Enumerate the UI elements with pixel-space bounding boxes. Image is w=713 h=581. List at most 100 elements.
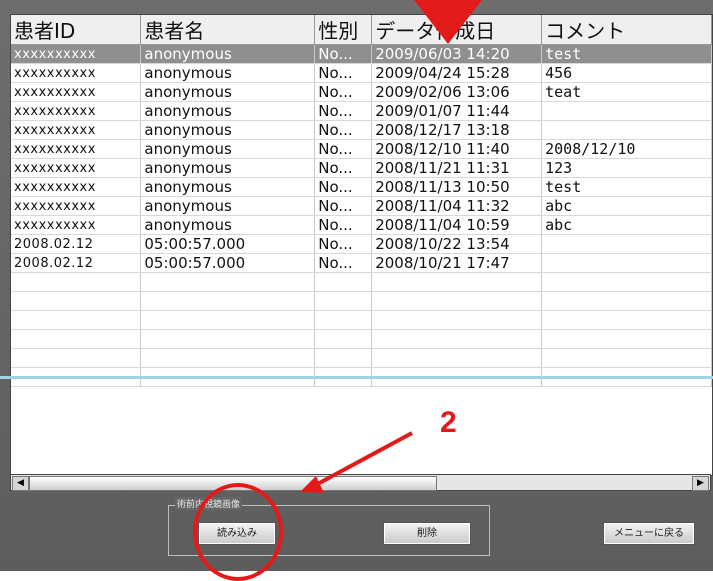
cell-sex: No... xyxy=(314,158,373,178)
table-row[interactable]: xxxxxxxxxx anonymous No... 2009/06/03 14:20… xyxy=(11,44,712,64)
cell-sex: No... xyxy=(314,215,373,235)
empty-cell xyxy=(541,329,712,349)
cell-patient-id: xxxxxxxxxx xyxy=(11,158,142,178)
highlight-circle xyxy=(193,483,283,581)
cell-comment: abc xyxy=(541,215,712,235)
cell-created-date: 2008/10/22 13:54 xyxy=(371,234,543,254)
table-row[interactable]: xxxxxxxxxx anonymous No... 2008/11/21 11:31… xyxy=(11,158,712,178)
cell-comment xyxy=(541,234,712,254)
cell-patient-name: anonymous xyxy=(140,82,316,102)
empty-cell xyxy=(541,310,712,330)
empty-cell xyxy=(140,348,316,368)
empty-cell xyxy=(314,291,373,311)
empty-cell xyxy=(11,348,142,368)
cell-sex: No... xyxy=(314,177,373,197)
table-row[interactable]: xxxxxxxxxx anonymous No... 2008/12/10 11:40… xyxy=(11,139,712,159)
horizontal-scrollbar[interactable]: ◀ ▶ xyxy=(10,474,711,491)
cell-patient-name: anonymous xyxy=(140,120,316,140)
cell-created-date: 2008/11/13 10:50 xyxy=(371,177,543,197)
cell-comment: abc xyxy=(541,196,712,216)
cell-patient-name: 05:00:57.000 xyxy=(140,234,316,254)
guide-line xyxy=(0,376,713,379)
cell-patient-name: anonymous xyxy=(140,196,316,216)
cell-sex: No... xyxy=(314,82,373,102)
table-row[interactable]: xxxxxxxxxx anonymous No... 2009/04/24 15:28… xyxy=(11,63,712,83)
cell-patient-name: anonymous xyxy=(140,177,316,197)
cell-created-date: 2009/04/24 15:28 xyxy=(371,63,543,83)
table-row[interactable]: xxxxxxxxxx anonymous No... 2009/02/06 13:06… xyxy=(11,82,712,102)
column-header-patient-name[interactable]: 患者名 xyxy=(140,15,316,45)
cell-sex: No... xyxy=(314,139,373,159)
cell-created-date: 2008/12/17 13:18 xyxy=(371,120,543,140)
step-number-label: 2 xyxy=(440,406,457,439)
table-row[interactable]: xxxxxxxxxx anonymous No... 2008/11/04 10:59… xyxy=(11,215,712,235)
table-row[interactable]: 2008.02.12 05:00:57.000 No... 2008/10/22 13… xyxy=(11,234,712,254)
cell-comment xyxy=(541,120,712,140)
table-row[interactable]: xxxxxxxxxx anonymous No... 2009/01/07 11:44 xyxy=(11,101,712,121)
column-header-patient-id[interactable]: 患者ID xyxy=(11,15,142,45)
cell-patient-id: xxxxxxxxxx xyxy=(11,101,142,121)
data-grid: 患者ID 患者名 性別 データ作成日 コメント xxxxxxxxxx anonym… xyxy=(11,15,712,387)
cell-patient-name: anonymous xyxy=(140,139,316,159)
scroll-right-icon[interactable]: ▶ xyxy=(692,476,709,491)
empty-cell xyxy=(11,310,142,330)
cell-sex: No... xyxy=(314,120,373,140)
cell-sex: No... xyxy=(314,234,373,254)
cell-created-date: 2008/11/04 11:32 xyxy=(371,196,543,216)
cell-patient-id: xxxxxxxxxx xyxy=(11,196,142,216)
back-to-menu-button[interactable]: メニューに戻る xyxy=(603,522,695,545)
empty-cell xyxy=(140,329,316,349)
empty-cell xyxy=(314,310,373,330)
cell-created-date: 2009/02/06 13:06 xyxy=(371,82,543,102)
cell-patient-id: xxxxxxxxxx xyxy=(11,139,142,159)
cell-sex: No... xyxy=(314,253,373,273)
cell-comment: 2008/12/10 xyxy=(541,139,712,159)
table-body: xxxxxxxxxx anonymous No... 2009/06/03 14:20… xyxy=(11,44,712,387)
empty-cell xyxy=(314,329,373,349)
empty-cell xyxy=(541,291,712,311)
table-row[interactable]: xxxxxxxxxx anonymous No... 2008/12/17 13:18 xyxy=(11,120,712,140)
empty-row xyxy=(11,348,712,368)
cell-created-date: 2009/01/07 11:44 xyxy=(371,101,543,121)
cell-patient-name: anonymous xyxy=(140,101,316,121)
column-header-comment[interactable]: コメント xyxy=(541,15,712,45)
cell-created-date: 2008/10/21 17:47 xyxy=(371,253,543,273)
cell-patient-id: 2008.02.12 xyxy=(11,234,142,254)
empty-row xyxy=(11,272,712,292)
empty-cell xyxy=(371,329,543,349)
cell-comment xyxy=(541,253,712,273)
cell-sex: No... xyxy=(314,196,373,216)
cell-comment: 456 xyxy=(541,63,712,83)
cell-patient-id: xxxxxxxxxx xyxy=(11,177,142,197)
scroll-left-icon[interactable]: ◀ xyxy=(12,476,29,491)
column-header-sex[interactable]: 性別 xyxy=(314,15,373,45)
table-row[interactable]: xxxxxxxxxx anonymous No... 2008/11/04 11:32… xyxy=(11,196,712,216)
patient-data-table: 患者ID 患者名 性別 データ作成日 コメント xxxxxxxxxx anonym… xyxy=(10,14,713,476)
column-header-created-date[interactable]: データ作成日 xyxy=(371,15,543,45)
cell-comment: test xyxy=(541,177,712,197)
table-row[interactable]: 2008.02.12 05:00:57.000 No... 2008/10/21 17… xyxy=(11,253,712,273)
empty-cell xyxy=(11,329,142,349)
empty-cell xyxy=(140,291,316,311)
empty-cell xyxy=(11,272,142,292)
delete-button[interactable]: 削除 xyxy=(383,522,471,545)
cell-patient-id: xxxxxxxxxx xyxy=(11,120,142,140)
cell-comment: 123 xyxy=(541,158,712,178)
cell-sex: No... xyxy=(314,63,373,83)
cell-created-date: 2009/06/03 14:20 xyxy=(371,44,543,64)
cell-patient-id: xxxxxxxxxx xyxy=(11,44,142,64)
cell-patient-name: anonymous xyxy=(140,215,316,235)
table-header-row: 患者ID 患者名 性別 データ作成日 コメント xyxy=(11,15,712,45)
table-row[interactable]: xxxxxxxxxx anonymous No... 2008/11/13 10:50… xyxy=(11,177,712,197)
cell-patient-name: 05:00:57.000 xyxy=(140,253,316,273)
empty-cell xyxy=(541,272,712,292)
empty-cell xyxy=(140,272,316,292)
cell-patient-name: anonymous xyxy=(140,44,316,64)
empty-cell xyxy=(314,348,373,368)
cell-patient-id: xxxxxxxxxx xyxy=(11,215,142,235)
cell-comment: teat xyxy=(541,82,712,102)
cell-patient-id: 2008.02.12 xyxy=(11,253,142,273)
cell-sex: No... xyxy=(314,101,373,121)
empty-row xyxy=(11,291,712,311)
cell-patient-name: anonymous xyxy=(140,158,316,178)
